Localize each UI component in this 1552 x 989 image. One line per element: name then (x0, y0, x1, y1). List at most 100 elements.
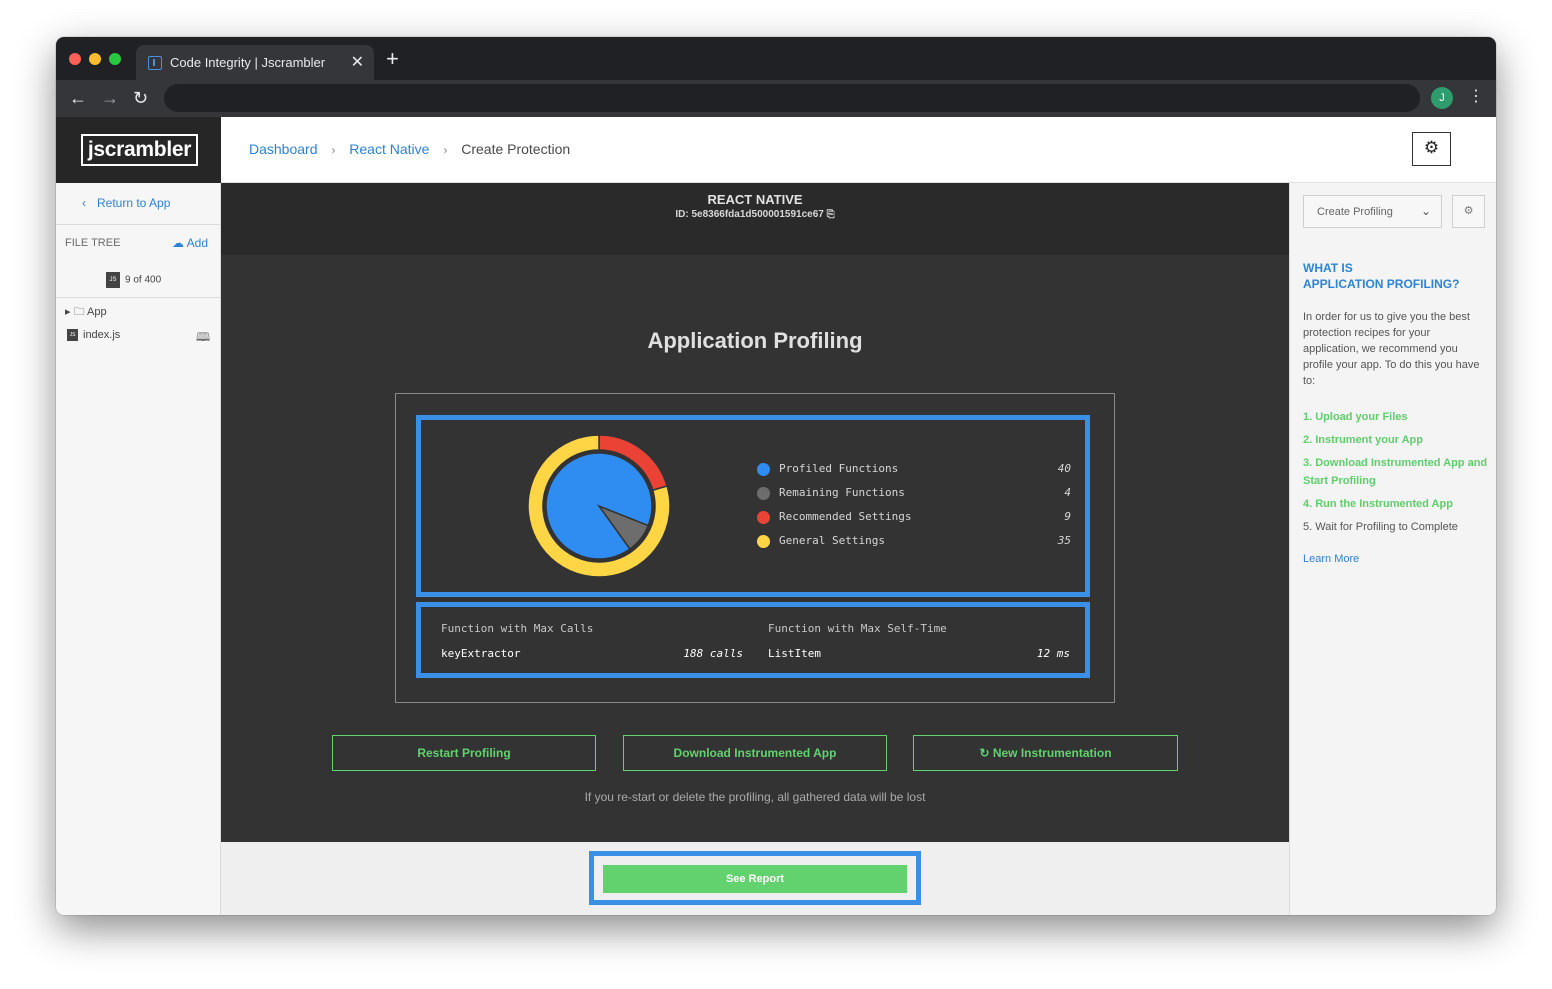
chevron-left-icon: ‹ (82, 196, 86, 210)
add-files-button[interactable]: ☁ Add (172, 236, 208, 250)
step-item: 3. Download Instrumented App and Start P… (1303, 457, 1488, 487)
breadcrumb-separator: › (443, 143, 448, 157)
legend-item: Profiled Functions 40 (757, 460, 1071, 484)
learn-more-link[interactable]: Learn More (1303, 553, 1359, 565)
new-tab-icon[interactable]: + (386, 48, 399, 70)
chart-legend: Profiled Functions 40 Remaining Function… (757, 460, 1071, 556)
tab-strip: Code Integrity | Jscrambler ✕ + (56, 37, 1496, 80)
profile-avatar[interactable]: J (1431, 87, 1453, 109)
restart-warning: If you re-start or delete the profiling,… (584, 790, 926, 804)
legend-item: General Settings 35 (757, 532, 1071, 556)
settings-button[interactable]: ⚙ (1412, 132, 1451, 166)
legend-swatch (757, 487, 770, 500)
cloud-upload-icon: ☁ (172, 236, 184, 250)
legend-value: 35 (1057, 534, 1071, 547)
profiling-results-box: Profiled Functions 40 Remaining Function… (395, 393, 1115, 703)
return-to-app-link[interactable]: ‹ Return to App (56, 183, 221, 225)
divider (56, 297, 221, 298)
see-report-highlight: See Report (589, 851, 921, 905)
max-calls-label: Function with Max Calls (441, 622, 594, 635)
help-panel: Create Profiling ⌄ ⚙ WHAT IS APPLICATION… (1289, 183, 1496, 915)
tree-folder-label: App (87, 306, 107, 318)
main-content: REACT NATIVE ID: 5e8366fda1d500001591ce6… (221, 183, 1289, 915)
gear-icon: ⚙ (1423, 138, 1440, 157)
legend-value: 40 (1057, 462, 1071, 475)
jscrambler-logo[interactable]: jscrambler (81, 134, 198, 166)
breadcrumb-dashboard[interactable]: Dashboard (249, 141, 318, 157)
folder-icon: ▸ 🗀 (65, 306, 85, 318)
legend-label: General Settings (779, 534, 885, 547)
file-tree-label: FILE TREE (65, 237, 121, 249)
file-count-text: 9 of 400 (125, 274, 162, 286)
function-stats-panel: Function with Max Calls keyExtractor 188… (416, 602, 1090, 678)
add-label: Add (186, 236, 209, 250)
profiling-panel: REACT NATIVE ID: 5e8366fda1d500001591ce6… (221, 183, 1289, 842)
maximize-window-button[interactable] (109, 53, 121, 65)
page-title: Application Profiling (647, 328, 863, 353)
browser-toolbar: ← → ↻ J ⋮ (56, 80, 1496, 117)
profiling-chart-panel: Profiled Functions 40 Remaining Function… (416, 415, 1090, 597)
legend-value: 9 (1064, 510, 1071, 523)
download-instrumented-app-button[interactable]: Download Instrumented App (623, 735, 887, 771)
legend-label: Remaining Functions (779, 486, 905, 499)
address-bar[interactable] (164, 84, 1420, 112)
step-item: 1. Upload your Files (1303, 411, 1408, 423)
minimize-window-button[interactable] (89, 53, 101, 65)
js-file-icon: JS (67, 329, 78, 342)
breadcrumb-react-native[interactable]: React Native (349, 141, 429, 157)
profiling-settings-button[interactable]: ⚙ (1452, 195, 1485, 228)
app-name: REACT NATIVE (707, 192, 803, 207)
legend-swatch (757, 463, 770, 476)
legend-swatch (757, 511, 770, 524)
close-window-button[interactable] (69, 53, 81, 65)
restart-profiling-button[interactable]: Restart Profiling (332, 735, 596, 771)
file-count: JS 9 of 400 (106, 272, 161, 288)
app-header: jscrambler Dashboard › React Native › Cr… (56, 117, 1496, 183)
copy-icon[interactable]: ⎘ (827, 209, 835, 220)
new-instrumentation-button[interactable]: ↻ New Instrumentation (913, 735, 1178, 771)
step-item: 5. Wait for Profiling to Complete (1303, 521, 1458, 533)
legend-item: Remaining Functions 4 (757, 484, 1071, 508)
select-value: Create Profiling (1317, 206, 1393, 218)
favicon-icon (148, 56, 162, 70)
breadcrumb-separator: › (331, 143, 336, 157)
help-heading-line: WHAT IS (1303, 261, 1353, 275)
tree-file-index-js[interactable]: JS index.js (67, 329, 121, 342)
profiling-steps: 1. Upload your Files 2. Instrument your … (1303, 408, 1488, 541)
reload-icon[interactable]: ↻ (133, 87, 148, 109)
browser-menu-icon[interactable]: ⋮ (1468, 88, 1484, 106)
browser-tab[interactable]: Code Integrity | Jscrambler ✕ (136, 45, 374, 80)
see-report-button[interactable]: See Report (603, 865, 907, 893)
step-item: 4. Run the Instrumented App (1303, 498, 1453, 510)
max-self-time-value: 12 ms (1036, 647, 1070, 660)
breadcrumb: Dashboard › React Native › Create Protec… (249, 141, 570, 157)
gear-icon: ⚙ (1463, 205, 1474, 217)
max-self-time-function: ListItem (768, 647, 821, 660)
help-heading-line: APPLICATION PROFILING? (1303, 277, 1460, 291)
create-profiling-select[interactable]: Create Profiling ⌄ (1303, 195, 1442, 228)
profiling-pie-chart (528, 435, 670, 577)
app-id-text: ID: 5e8366fda1d500001591ce67 (675, 209, 824, 220)
max-self-time-label: Function with Max Self-Time (768, 622, 947, 635)
help-heading: WHAT IS APPLICATION PROFILING? (1303, 260, 1483, 292)
forward-icon[interactable]: → (101, 87, 119, 109)
tree-folder-app[interactable]: ▸ 🗀 App (65, 303, 107, 322)
legend-label: Profiled Functions (779, 462, 899, 475)
close-tab-icon[interactable]: ✕ (351, 52, 364, 72)
step-item: 2. Instrument your App (1303, 434, 1423, 446)
source-map-icon[interactable]: 🕮 (196, 328, 210, 349)
back-icon[interactable]: ← (69, 87, 87, 109)
app-info-band: REACT NATIVE ID: 5e8366fda1d500001591ce6… (221, 183, 1289, 255)
js-file-icon: JS (106, 272, 120, 288)
tab-title: Code Integrity | Jscrambler (170, 55, 326, 70)
file-sidebar: ‹ Return to App FILE TREE ☁ Add JS 9 of 4… (56, 183, 221, 915)
logo-area: jscrambler (56, 117, 221, 183)
browser-window: Code Integrity | Jscrambler ✕ + ← → ↻ J … (56, 37, 1496, 915)
legend-value: 4 (1064, 486, 1071, 499)
return-label: Return to App (97, 196, 171, 210)
max-calls-value: 188 calls (683, 647, 743, 660)
legend-swatch (757, 535, 770, 548)
breadcrumb-create-protection: Create Protection (461, 141, 571, 157)
tree-file-label: index.js (83, 329, 121, 341)
legend-item: Recommended Settings 9 (757, 508, 1071, 532)
